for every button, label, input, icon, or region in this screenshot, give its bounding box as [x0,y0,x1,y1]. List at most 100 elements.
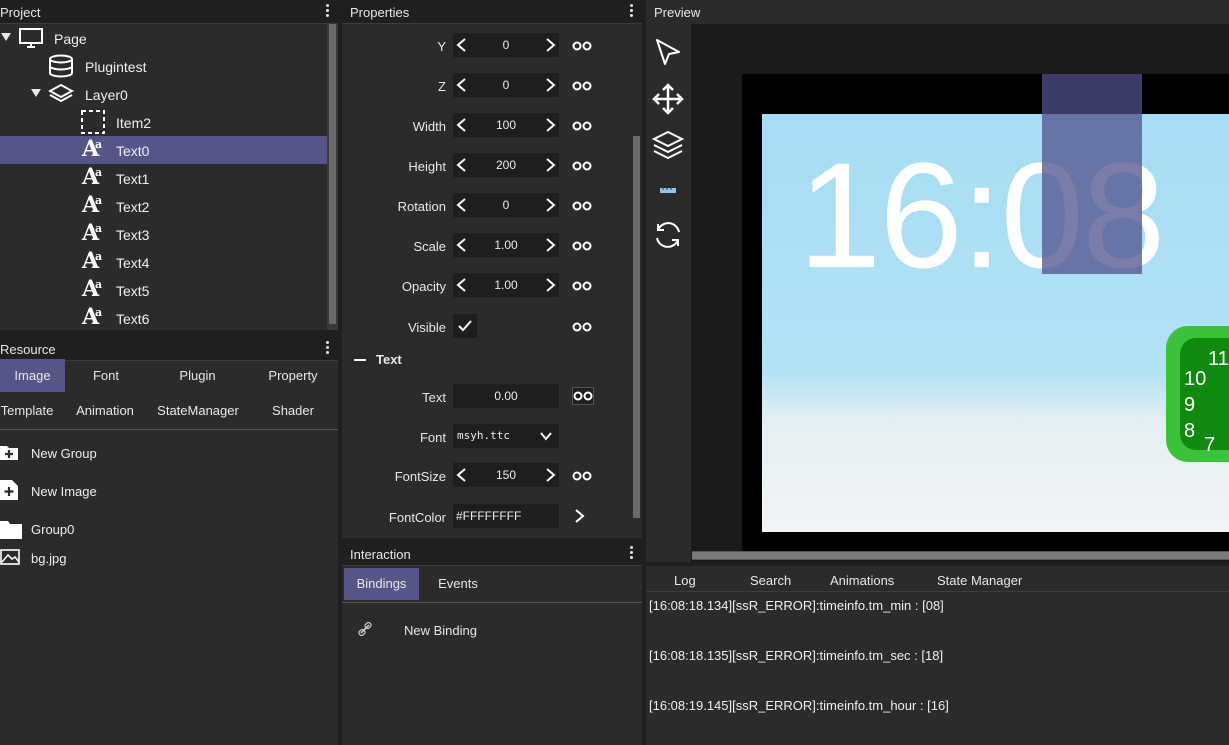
tab-search[interactable]: Search [750,573,791,588]
tree-item-page[interactable]: Page [0,24,327,52]
scale-spinbox[interactable]: 1.00 [453,233,559,257]
interaction-menu-icon[interactable] [630,546,634,562]
new-group-button[interactable]: New Group [0,438,338,468]
increment-icon[interactable] [543,157,557,173]
decrement-icon[interactable] [455,77,469,93]
resource-item-bg-jpg[interactable]: bg.jpg [0,543,338,573]
z-spinbox[interactable]: 0 [453,73,559,97]
link-icon[interactable] [572,279,592,293]
move-icon[interactable] [651,82,685,116]
project-scrollbar[interactable] [327,24,338,330]
panel-splitter[interactable] [0,330,338,337]
link-icon[interactable] [572,320,592,334]
link-icon[interactable] [572,39,592,53]
fontcolor-field[interactable]: #FFFFFFFF [453,504,559,528]
tree-item-text1[interactable]: Aa Text1 [0,164,327,192]
prop-value[interactable]: 200 [471,158,541,172]
text-section-header[interactable]: Text [354,352,474,370]
tab-plugin[interactable]: Plugin [160,359,235,392]
preview-canvas[interactable]: 11 10 9 8 7 16:08 [742,74,1229,552]
tab-image[interactable]: Image [0,359,65,392]
tree-item-text2[interactable]: Aa Text2 [0,192,327,220]
expand-caret-icon[interactable] [1,33,11,41]
decrement-icon[interactable] [455,37,469,53]
y-spinbox[interactable]: 0 [453,33,559,57]
tab-property[interactable]: Property [255,359,331,392]
fontsize-spinbox[interactable]: 150 [453,463,559,487]
preview-hscrollbar-thumb[interactable] [692,552,1229,559]
tree-item-text4[interactable]: Aa Text4 [0,248,327,276]
tree-item-plugintest[interactable]: Plugintest [0,52,327,80]
link-icon[interactable] [572,199,592,213]
increment-icon[interactable] [543,37,557,53]
tab-shader[interactable]: Shader [258,394,328,427]
prop-value[interactable]: 0 [471,78,541,92]
tab-log[interactable]: Log [674,573,696,588]
new-image-button[interactable]: New Image [0,476,338,506]
selection-highlight[interactable] [1042,74,1142,274]
preview-hscrollbar[interactable] [692,551,1229,560]
prop-value[interactable]: 1.00 [471,278,541,292]
tree-item-text3[interactable]: Aa Text3 [0,220,327,248]
height-spinbox[interactable]: 200 [453,153,559,177]
decrement-icon[interactable] [455,117,469,133]
decrement-icon[interactable] [455,237,469,253]
increment-icon[interactable] [543,117,557,133]
link-icon[interactable] [572,159,592,173]
tree-item-text6[interactable]: Aa Text6 [0,304,327,330]
increment-icon[interactable] [543,237,557,253]
prop-value[interactable]: 150 [471,468,541,482]
expand-caret-icon[interactable] [31,89,41,97]
tab-events[interactable]: Events [424,568,492,600]
link-icon[interactable] [572,119,592,133]
tab-template[interactable]: Template [0,394,54,427]
decrement-icon[interactable] [455,157,469,173]
prop-value[interactable]: 0 [471,38,541,52]
pointer-icon[interactable] [651,36,685,70]
properties-menu-icon[interactable] [630,4,634,20]
visible-checkbox[interactable] [453,314,477,338]
increment-icon[interactable] [543,77,557,93]
properties-scrollbar-thumb[interactable] [633,136,640,518]
prop-value[interactable]: 0 [471,198,541,212]
tab-font[interactable]: Font [70,359,142,392]
decrement-icon[interactable] [455,277,469,293]
collapse-icon[interactable] [354,359,366,361]
tree-item-text0[interactable]: Aa Text0 [0,136,327,164]
tab-statemanager[interactable]: StateManager [150,394,246,427]
font-select[interactable]: msyh.ttc [453,424,559,448]
width-spinbox[interactable]: 100 [453,113,559,137]
layers-icon[interactable] [651,128,685,162]
chevron-right-icon[interactable] [572,508,586,527]
increment-icon[interactable] [543,277,557,293]
link-icon[interactable] [572,469,592,483]
tab-animations[interactable]: Animations [830,573,894,588]
properties-scrollbar[interactable] [631,24,642,538]
refresh-icon[interactable] [651,218,685,252]
text-value-field[interactable]: 0.00 [453,384,559,408]
link-icon[interactable] [572,239,592,253]
link-icon[interactable] [572,387,594,405]
rotation-spinbox[interactable]: 0 [453,193,559,217]
opacity-spinbox[interactable]: 1.00 [453,273,559,297]
prop-value[interactable]: 100 [471,118,541,132]
prop-value[interactable]: 1.00 [471,238,541,252]
tab-bindings[interactable]: Bindings [344,568,419,600]
decrement-icon[interactable] [455,197,469,213]
ruler-icon[interactable] [651,174,685,208]
resource-item-group0[interactable]: Group0 [0,514,338,544]
tree-item-item2[interactable]: Item2 [0,108,327,136]
tab-animation[interactable]: Animation [70,394,140,427]
resource-menu-icon[interactable] [326,341,330,357]
increment-icon[interactable] [543,467,557,483]
increment-icon[interactable] [543,197,557,213]
chevron-down-icon[interactable] [539,429,553,446]
link-icon[interactable] [572,79,592,93]
decrement-icon[interactable] [455,467,469,483]
tree-item-text5[interactable]: Aa Text5 [0,276,327,304]
new-binding-button[interactable]: New Binding [356,620,616,642]
tree-item-layer0[interactable]: Layer0 [0,80,327,108]
project-scrollbar-thumb[interactable] [329,24,336,324]
project-menu-icon[interactable] [326,4,330,20]
tab-state-manager[interactable]: State Manager [937,573,1022,588]
